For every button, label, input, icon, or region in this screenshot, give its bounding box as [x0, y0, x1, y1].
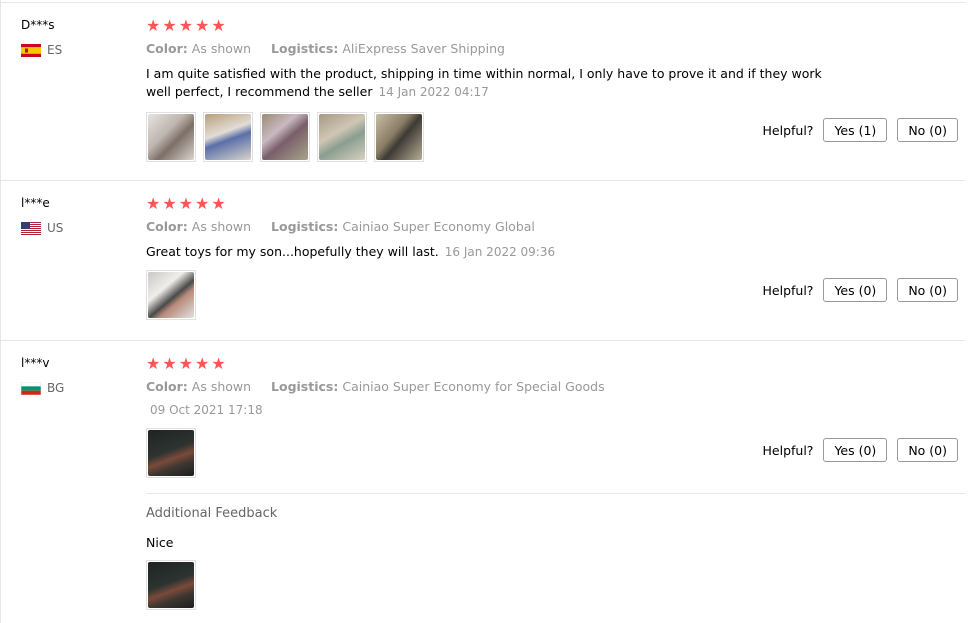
additional-feedback-title: Additional Feedback: [146, 506, 278, 521]
star-icon: ★: [146, 354, 161, 373]
star-icon: ★: [211, 194, 226, 213]
divider: [0, 2, 965, 3]
logistics-label: Logistics:: [271, 379, 339, 394]
review-text-content: Great toys for my son...hopefully they w…: [146, 244, 439, 259]
logistics-label: Logistics:: [271, 219, 339, 234]
reviewer-country: BG: [20, 381, 65, 395]
divider: [146, 493, 966, 494]
reviewer-country: ES: [21, 43, 62, 57]
reviewer-info: D***s ES: [21, 18, 62, 57]
star-icon: ★: [211, 354, 226, 373]
color-value: As shown: [191, 41, 252, 56]
star-rating: ★ ★ ★ ★ ★: [146, 356, 966, 372]
review-meta: Color: As shown Logistics: AliExpress Sa…: [146, 41, 966, 56]
review-photo[interactable]: [146, 112, 196, 162]
review-date: 14 Jan 2022 04:17: [378, 85, 489, 99]
logistics-label: Logistics:: [271, 41, 339, 56]
review-text: Great toys for my son...hopefully they w…: [146, 243, 846, 261]
divider: [0, 180, 965, 181]
review-photo[interactable]: [146, 428, 196, 478]
reviewer-info: l***e US: [21, 196, 63, 235]
review-photo[interactable]: [317, 112, 367, 162]
additional-photos: [146, 560, 196, 610]
reviewer-name: D***s: [21, 18, 55, 32]
review-meta: Color: As shown Logistics: Cainiao Super…: [146, 379, 966, 394]
color-label: Color:: [146, 41, 188, 56]
color-value: As shown: [191, 219, 252, 234]
review-date: 16 Jan 2022 09:36: [444, 245, 556, 259]
review-photo[interactable]: [374, 112, 424, 162]
star-rating: ★ ★ ★ ★ ★: [146, 18, 966, 34]
logistics-value: AliExpress Saver Shipping: [342, 41, 505, 56]
review-date: 09 Oct 2021 17:18: [150, 403, 263, 417]
helpful-yes-button[interactable]: Yes (0): [823, 438, 888, 462]
helpful-no-button[interactable]: No (0): [897, 278, 958, 302]
review-photo[interactable]: [146, 270, 196, 320]
star-icon: ★: [178, 194, 194, 213]
usa-flag-icon: [21, 221, 41, 235]
review-photo[interactable]: [260, 112, 310, 162]
color-label: Color:: [146, 219, 188, 234]
reviewer-name: l***v: [21, 356, 50, 370]
star-icon: ★: [178, 16, 194, 35]
country-code: ES: [47, 43, 63, 57]
review-text: 09 Oct 2021 17:18: [146, 401, 850, 419]
star-icon: ★: [162, 354, 177, 373]
reviewer-name: l***e: [21, 196, 50, 210]
helpful-controls: Helpful? Yes (0) No (0): [763, 438, 958, 462]
logistics-value: Cainiao Super Economy for Special Goods: [342, 379, 605, 394]
logistics-value: Cainiao Super Economy Global: [342, 219, 535, 234]
star-icon: ★: [146, 16, 161, 35]
additional-feedback-text: Nice: [146, 535, 174, 550]
star-icon: ★: [162, 16, 177, 35]
helpful-yes-button[interactable]: Yes (1): [823, 118, 888, 142]
review-photo[interactable]: [146, 560, 196, 610]
spain-flag-icon: [21, 43, 41, 57]
review-text: I am quite satisfied with the product, s…: [146, 65, 846, 101]
reviewer-info: l***v BG: [20, 356, 65, 395]
bulgaria-flag-icon: [20, 381, 42, 395]
helpful-controls: Helpful? Yes (1) No (0): [763, 118, 958, 142]
star-icon: ★: [195, 16, 210, 35]
helpful-label: Helpful?: [762, 442, 814, 458]
helpful-no-button[interactable]: No (0): [897, 438, 958, 462]
reviewer-country: US: [21, 221, 63, 235]
country-code: BG: [47, 381, 65, 395]
star-icon: ★: [146, 194, 161, 213]
left-border: [0, 0, 1, 623]
helpful-no-button[interactable]: No (0): [897, 118, 958, 142]
star-rating: ★ ★ ★ ★ ★: [146, 196, 966, 212]
country-code: US: [47, 221, 64, 235]
star-icon: ★: [162, 194, 177, 213]
helpful-controls: Helpful? Yes (0) No (0): [763, 278, 958, 302]
helpful-yes-button[interactable]: Yes (0): [823, 278, 888, 302]
star-icon: ★: [211, 16, 226, 35]
star-icon: ★: [195, 354, 210, 373]
review-meta: Color: As shown Logistics: Cainiao Super…: [146, 219, 966, 234]
color-value: As shown: [191, 379, 252, 394]
star-icon: ★: [195, 194, 210, 213]
helpful-label: Helpful?: [762, 282, 814, 298]
divider: [0, 340, 965, 341]
helpful-label: Helpful?: [762, 122, 814, 138]
star-icon: ★: [178, 354, 194, 373]
color-label: Color:: [146, 379, 188, 394]
review-photo[interactable]: [203, 112, 253, 162]
